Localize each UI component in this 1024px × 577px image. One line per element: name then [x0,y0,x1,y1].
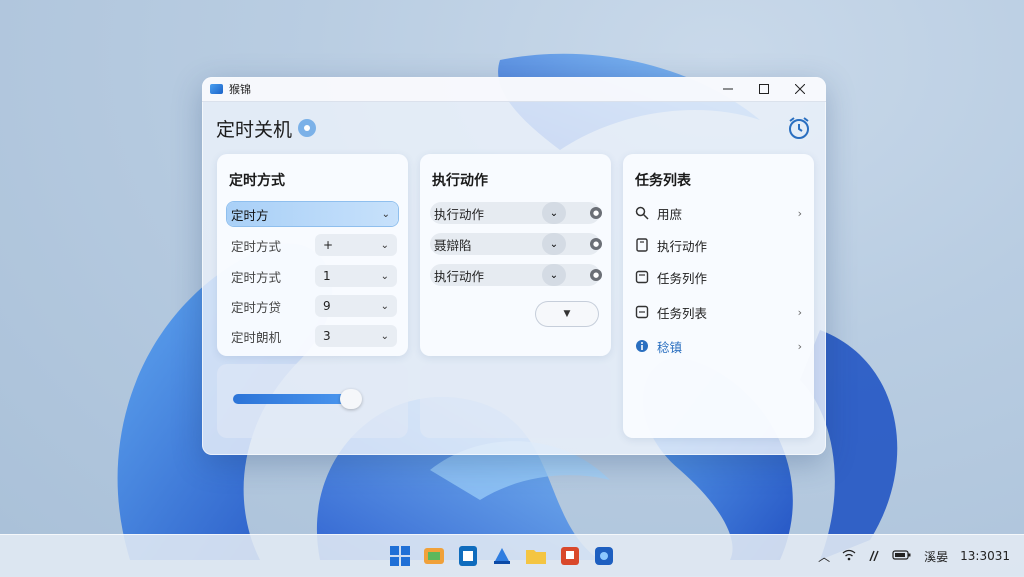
clock[interactable]: 13:3031 [960,549,1010,563]
action-panel: 执行动作 执行动作 ⌄ ● 聂辯陷 ⌄ ● 执行动作 ⌄ ● ▼ [420,154,611,356]
task-item-label: 任务列作 [657,270,708,286]
timer-mode-title: 定时方式 [229,173,285,189]
document-icon [635,238,649,252]
taskbar: ︿ 溪晏 13:3031 [0,534,1024,577]
chevron-down-icon[interactable]: ⌄ [542,264,566,286]
timer-mode-label: 定时方式 [231,238,282,254]
timer-mode-label: 定时方贷 [231,299,282,315]
list-icon [635,305,649,319]
action-dropdown-button[interactable]: ▼ [536,302,598,326]
empty-panel [420,364,611,438]
task-list-items: 用庶 › 执行动作 任务列作 任务列表 › 稔镇 › [623,154,814,438]
slider-thumb[interactable] [340,389,362,409]
timer-mode-label: 定时方式 [231,269,282,285]
close-button[interactable] [782,77,818,101]
task-item-label: 执行动作 [657,238,708,254]
action-row[interactable]: 执行动作 ⌄ ● [430,264,602,286]
presentation-icon[interactable] [556,542,584,570]
folder-icon[interactable] [522,542,550,570]
taskbar-apps [386,542,618,570]
page-header: 定时关机 [202,102,826,154]
chevron-right-icon: › [797,206,802,220]
timer-mode-panel: 定时方式 定时方 ⌄ 定时方式 + ⌄ 定时方式 1 ⌄ 定时方贷 9 ⌄ 定时朗机 … [217,154,408,356]
chevron-down-icon: ⌄ [380,270,389,282]
chevron-down-icon: ⌄ [380,300,389,312]
more-icon[interactable]: ● [590,207,602,219]
info-icon[interactable] [298,119,317,137]
task-list-item[interactable]: 稔镇 › [635,334,802,358]
wifi-icon[interactable] [842,549,856,564]
chevron-down-icon: ⌄ [381,208,390,220]
task-list-item[interactable]: 任务列作 [635,265,802,289]
minimize-button[interactable] [710,77,746,101]
close-icon [795,84,805,94]
signal-icon[interactable] [868,549,880,564]
action-panel-title: 执行动作 [432,173,488,189]
action-row[interactable]: 聂辯陷 ⌄ ● [430,233,602,255]
timer-mode-row[interactable]: 定时方式 1 ⌄ [227,264,398,288]
task-item-label: 稔镇 [657,339,683,355]
action-row[interactable]: 执行动作 ⌄ ● [430,202,602,224]
timer-mode-row[interactable]: 定时朗机 3 ⌄ [227,324,398,348]
timer-mode-row-selected[interactable]: 定时方 ⌄ [227,202,398,226]
chevron-down-icon: ⌄ [380,239,389,251]
timer-mode-label: 定时朗机 [231,329,282,345]
chevron-right-icon: › [797,339,802,353]
input-language[interactable]: 溪晏 [924,548,948,565]
page-title: 定时关机 [216,118,293,141]
timer-mode-select[interactable]: 9 ⌄ [315,295,397,317]
timer-mode-select[interactable]: + ⌄ [315,234,397,256]
chevron-down-icon: ⌄ [380,330,389,342]
more-icon[interactable]: ● [590,238,602,250]
chevron-right-icon: › [797,305,802,319]
chevron-up-icon[interactable]: ︿ [818,548,830,565]
app-logo-icon [210,84,223,94]
alarm-clock-icon[interactable] [786,115,812,141]
start-icon[interactable] [386,542,414,570]
timer-mode-row[interactable]: 定时方贷 9 ⌄ [227,294,398,318]
more-icon[interactable]: ● [590,269,602,281]
search-icon [635,206,649,220]
title-bar[interactable]: 猴锦 [202,77,826,102]
action-label: 执行动作 [434,206,485,222]
chevron-down-icon[interactable]: ⌄ [542,233,566,255]
maximize-icon [759,84,769,94]
system-tray: ︿ 溪晏 13:3031 [818,535,1010,577]
battery-icon[interactable] [892,549,912,564]
list-icon [635,270,649,284]
task-item-label: 任务列表 [657,305,708,321]
store-icon[interactable] [488,542,516,570]
chevron-down-icon[interactable]: ⌄ [542,202,566,224]
gallery-icon[interactable] [420,542,448,570]
timer-mode-label: 定时方 [231,207,269,223]
slider-track[interactable] [233,394,354,404]
task-item-label: 用庶 [657,206,683,222]
info-icon [635,339,649,353]
timer-mode-select[interactable]: 1 ⌄ [315,265,397,287]
task-list-item[interactable]: 执行动作 [635,233,802,257]
timer-mode-row[interactable]: 定时方式 + ⌄ [227,233,398,257]
window-title: 猴锦 [229,83,251,96]
task-list-item[interactable]: 任务列表 › [635,300,802,324]
minimize-icon [723,88,733,90]
slider-panel [217,364,408,438]
maximize-button[interactable] [746,77,782,101]
timer-mode-select[interactable]: 3 ⌄ [315,325,397,347]
caret-down-icon: ▼ [563,309,571,319]
photos-icon[interactable] [590,542,618,570]
task-list-item[interactable]: 用庶 › [635,201,802,225]
action-label: 执行动作 [434,268,485,284]
document-app-icon[interactable] [454,542,482,570]
action-label: 聂辯陷 [434,237,472,253]
